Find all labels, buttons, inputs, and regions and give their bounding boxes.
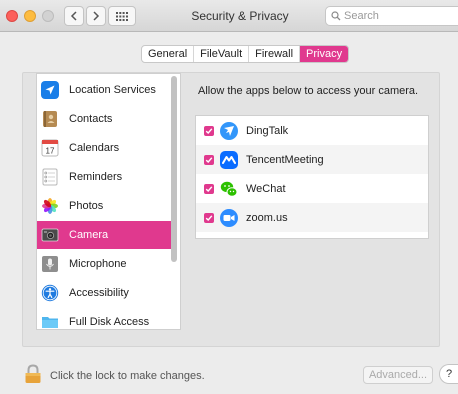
window-title: Security & Privacy bbox=[191, 9, 289, 23]
sidebar-item-camera[interactable]: Camera bbox=[37, 221, 173, 249]
dingtalk-checkbox[interactable] bbox=[204, 125, 214, 136]
sidebar-item-accessibility[interactable]: Accessibility bbox=[37, 279, 173, 307]
calendar-icon-day: 17 bbox=[46, 147, 55, 156]
sidebar-item-label: Calendars bbox=[69, 142, 120, 154]
checkmark-icon bbox=[205, 214, 213, 221]
advanced-button[interactable]: Advanced... bbox=[363, 366, 433, 384]
sidebar-item-contacts[interactable]: Contacts bbox=[37, 105, 173, 133]
reminders-list-icon bbox=[41, 168, 59, 186]
chevron-right-icon bbox=[93, 11, 100, 21]
show-all-button[interactable] bbox=[108, 6, 136, 26]
folder-icon bbox=[41, 313, 59, 329]
sidebar-item-label: Contacts bbox=[69, 113, 113, 125]
accessibility-icon bbox=[41, 284, 59, 302]
app-row-wechat[interactable]: WeChat bbox=[196, 174, 428, 203]
close-window-button[interactable] bbox=[6, 10, 18, 22]
camera-access-prompt: Allow the apps below to access your came… bbox=[198, 85, 419, 97]
search-input[interactable] bbox=[341, 10, 444, 22]
wechat-checkbox[interactable] bbox=[204, 183, 214, 194]
tab-filevault[interactable]: FileVault bbox=[194, 46, 250, 62]
app-row-tencentmeeting[interactable]: TencentMeeting bbox=[196, 145, 428, 174]
chevron-left-icon bbox=[70, 11, 77, 21]
camera-icon bbox=[41, 226, 59, 244]
forward-button[interactable] bbox=[86, 6, 106, 26]
sidebar-item-location-services[interactable]: Location Services bbox=[37, 76, 173, 104]
sidebar-item-label: Reminders bbox=[69, 171, 123, 183]
sidebar-item-photos[interactable]: Photos bbox=[37, 192, 173, 220]
app-row-dingtalk[interactable]: DingTalk bbox=[196, 116, 428, 145]
search-icon bbox=[331, 11, 341, 21]
help-button[interactable]: ? bbox=[439, 364, 458, 384]
minimize-window-button[interactable] bbox=[24, 10, 36, 22]
back-button[interactable] bbox=[64, 6, 84, 26]
sidebar-item-label: Location Services bbox=[69, 84, 156, 96]
microphone-icon bbox=[41, 255, 59, 273]
lock-button[interactable] bbox=[24, 364, 42, 384]
photos-flower-icon bbox=[41, 197, 59, 215]
lock-message: Click the lock to make changes. bbox=[50, 370, 205, 382]
sidebar-item-label: Photos bbox=[69, 200, 104, 212]
sidebar-item-microphone[interactable]: Microphone bbox=[37, 250, 173, 278]
sidebar-item-label: Accessibility bbox=[69, 287, 129, 299]
app-label: WeChat bbox=[246, 182, 286, 195]
wechat-icon bbox=[220, 180, 238, 198]
zoom-icon bbox=[220, 208, 238, 227]
app-label: zoom.us bbox=[246, 211, 288, 224]
privacy-category-list: Location Services Contacts 17 Calendars … bbox=[36, 73, 181, 330]
tab-bar: General FileVault Firewall Privacy bbox=[141, 45, 350, 63]
dingtalk-icon bbox=[220, 121, 238, 140]
app-label: DingTalk bbox=[246, 124, 289, 137]
checkmark-icon bbox=[205, 156, 213, 163]
lock-icon bbox=[25, 364, 41, 383]
sidebar-scrollbar[interactable] bbox=[171, 76, 177, 262]
grid-icon bbox=[116, 11, 128, 21]
tab-privacy[interactable]: Privacy bbox=[300, 46, 349, 62]
zoom-checkbox[interactable] bbox=[204, 212, 214, 223]
checkmark-icon bbox=[205, 185, 213, 192]
tencentmeeting-checkbox[interactable] bbox=[204, 154, 214, 165]
sidebar-item-full-disk-access[interactable]: Full Disk Access bbox=[37, 308, 173, 329]
title-bar: Security & Privacy bbox=[0, 0, 458, 32]
sidebar-item-calendars[interactable]: 17 Calendars bbox=[37, 134, 173, 162]
location-arrow-icon bbox=[41, 81, 59, 99]
app-list: DingTalk TencentMeeting WeChat zoom.us bbox=[195, 115, 429, 239]
sidebar-item-label: Full Disk Access bbox=[69, 316, 150, 328]
zoom-window-button[interactable] bbox=[42, 10, 54, 22]
app-label: TencentMeeting bbox=[246, 153, 324, 166]
checkmark-icon bbox=[205, 127, 213, 134]
search-field[interactable] bbox=[325, 6, 458, 26]
app-row-zoom[interactable]: zoom.us bbox=[196, 203, 428, 232]
sidebar-item-label: Microphone bbox=[69, 258, 127, 270]
tencentmeeting-icon bbox=[220, 150, 238, 169]
tab-firewall[interactable]: Firewall bbox=[249, 46, 301, 62]
tab-general[interactable]: General bbox=[142, 46, 195, 62]
calendar-icon: 17 bbox=[41, 139, 59, 157]
contacts-book-icon bbox=[41, 110, 59, 128]
sidebar-item-label: Camera bbox=[69, 229, 109, 241]
sidebar-item-reminders[interactable]: Reminders bbox=[37, 163, 173, 191]
